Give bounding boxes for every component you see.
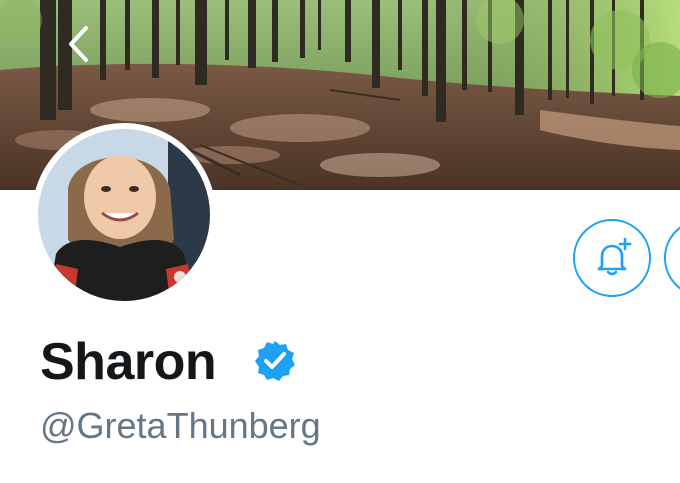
display-name: Sharon bbox=[40, 333, 217, 391]
notifications-button[interactable] bbox=[573, 219, 651, 297]
chevron-left-icon bbox=[69, 26, 88, 62]
username-handle: @GretaThunberg bbox=[40, 405, 321, 446]
profile-screen: Sharon @GretaThunberg bbox=[0, 0, 680, 483]
avatar[interactable] bbox=[32, 123, 216, 307]
bell-plus-icon bbox=[597, 237, 632, 276]
verified-badge-icon bbox=[255, 341, 295, 381]
more-button[interactable] bbox=[664, 219, 680, 297]
back-button[interactable] bbox=[58, 22, 98, 66]
avatar-image bbox=[38, 129, 210, 301]
